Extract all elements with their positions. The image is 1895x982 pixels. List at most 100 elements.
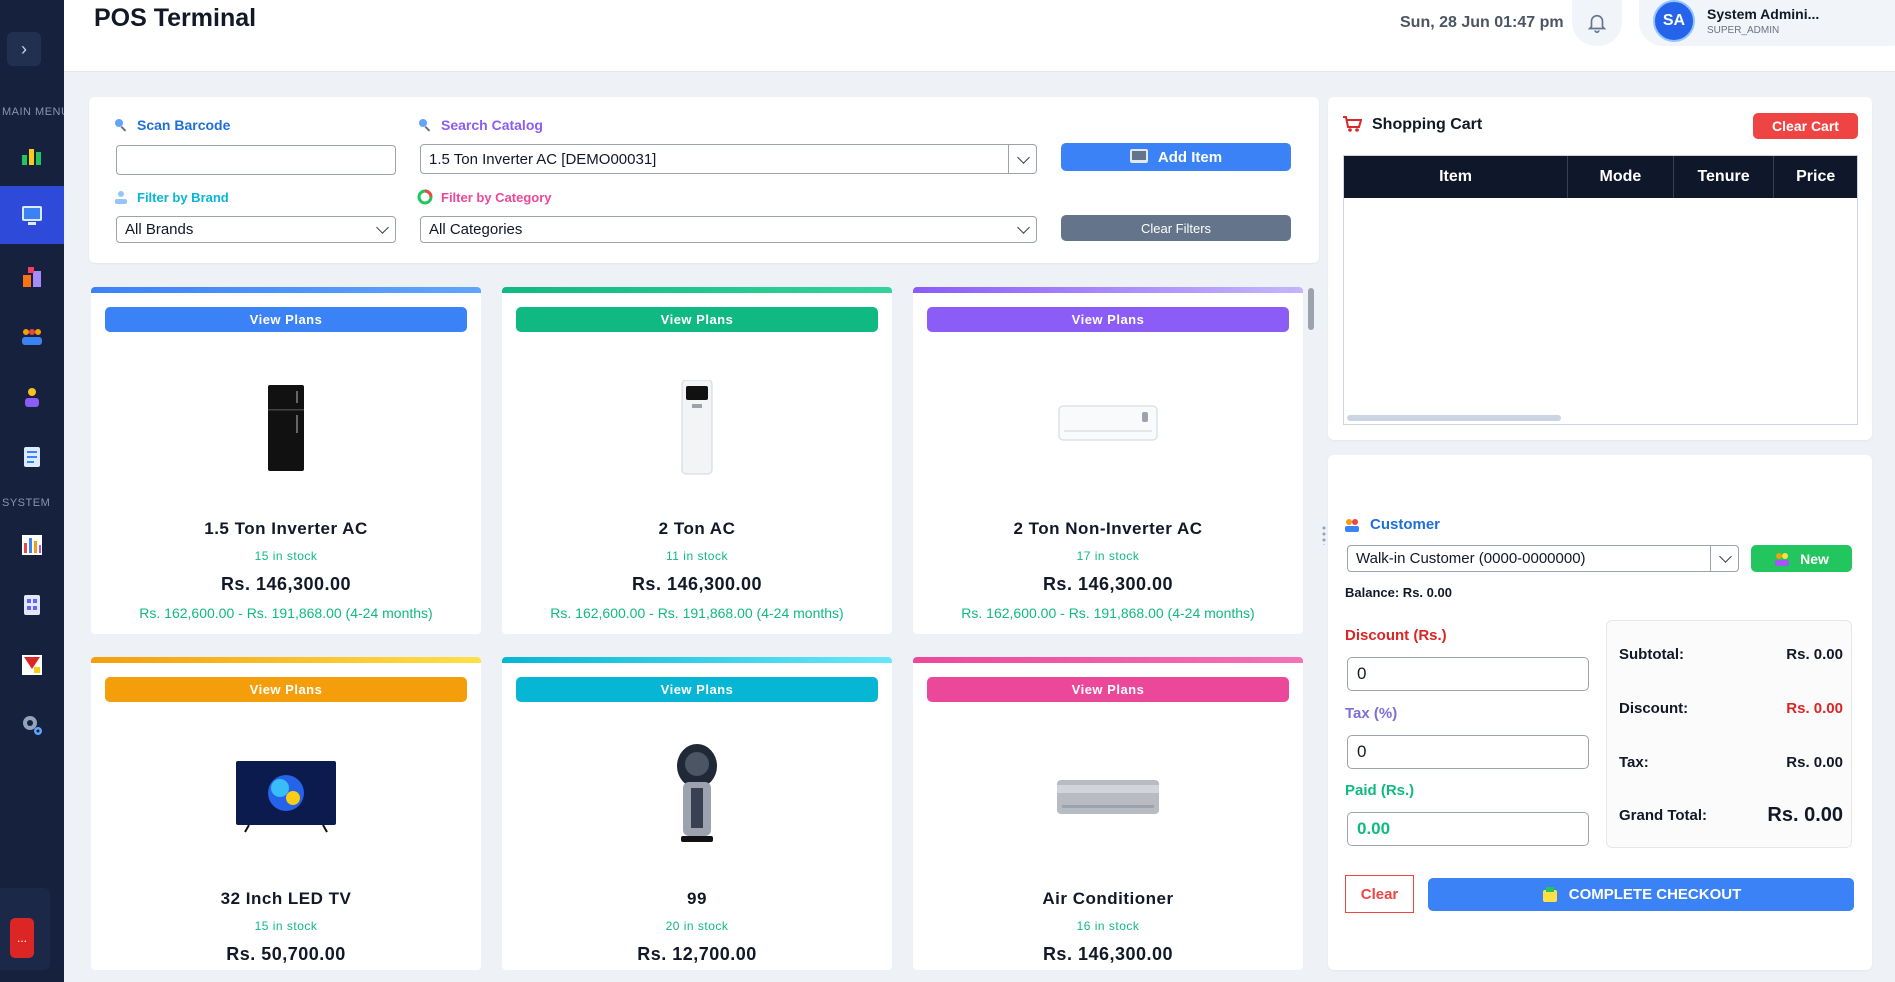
cart-horizontal-scrollbar[interactable] bbox=[1347, 415, 1561, 421]
page-title: POS Terminal bbox=[94, 4, 257, 32]
column-header[interactable]: Tenure bbox=[1674, 156, 1775, 198]
card-accent bbox=[502, 657, 892, 663]
air-cooler-image bbox=[677, 744, 717, 842]
sidebar-item-pos[interactable] bbox=[0, 186, 64, 244]
view-plans-button[interactable]: View Plans bbox=[516, 307, 878, 332]
column-header[interactable]: Mode bbox=[1568, 156, 1674, 198]
discount-input[interactable]: 0 bbox=[1347, 657, 1589, 691]
filter-category-label: Filter by Category bbox=[417, 189, 552, 205]
paid-input[interactable]: 0.00 bbox=[1347, 812, 1589, 846]
product-card[interactable]: View Plans Air Conditioner 16 in stock R… bbox=[913, 657, 1303, 970]
logout-button[interactable]: ... bbox=[10, 918, 34, 958]
clear-filters-button[interactable]: Clear Filters bbox=[1061, 215, 1291, 241]
inventory-icon bbox=[23, 267, 41, 287]
product-name: 2 Ton AC bbox=[658, 519, 736, 538]
filters-panel: Scan Barcode Search Catalog 1.5 Ton Inve… bbox=[89, 97, 1319, 263]
staff-icon bbox=[25, 388, 39, 407]
category-filter-icon bbox=[417, 189, 433, 205]
view-plans-button[interactable]: View Plans bbox=[105, 307, 467, 332]
tax-input[interactable]: 0 bbox=[1347, 735, 1589, 769]
view-plans-button[interactable]: View Plans bbox=[516, 677, 878, 702]
column-header[interactable]: Item bbox=[1344, 156, 1569, 198]
product-card[interactable]: View Plans 2 Ton Non-Inverter AC 17 in s… bbox=[913, 287, 1303, 634]
sidebar-item-reports[interactable] bbox=[0, 516, 64, 574]
card-accent bbox=[913, 287, 1303, 293]
sidebar: › MAIN MENU SYSTEM ... bbox=[0, 0, 64, 982]
sidebar-item-staff[interactable] bbox=[0, 368, 64, 426]
clear-cart-button[interactable]: Clear Cart bbox=[1753, 113, 1858, 139]
split-ac-silver-image bbox=[1057, 780, 1159, 814]
bar-chart-icon bbox=[22, 535, 42, 555]
users-icon bbox=[22, 329, 42, 345]
cart-table-header: Item Mode Tenure Price bbox=[1344, 156, 1857, 198]
add-item-button[interactable]: Add Item bbox=[1061, 143, 1291, 171]
cart-table: Item Mode Tenure Price bbox=[1343, 155, 1858, 425]
product-name: 2 Ton Non-Inverter AC bbox=[1013, 519, 1203, 538]
view-plans-button[interactable]: View Plans bbox=[105, 677, 467, 702]
sidebar-item-customers[interactable] bbox=[0, 308, 64, 366]
refrigerator-image bbox=[268, 385, 304, 471]
product-stock: 15 in stock bbox=[254, 919, 318, 933]
user-menu[interactable]: SA System Admini... SUPER_ADMIN bbox=[1639, 0, 1895, 46]
add-item-label: Add Item bbox=[1157, 148, 1223, 166]
column-header[interactable]: Price bbox=[1774, 156, 1857, 198]
product-name: 99 bbox=[687, 889, 707, 908]
product-name: 1.5 Ton Inverter AC bbox=[204, 519, 368, 538]
user-role: SUPER_ADMIN bbox=[1707, 25, 1780, 36]
filter-category-label-text: Filter by Category bbox=[441, 189, 552, 205]
catalog-search-select[interactable]: 1.5 Ton Inverter AC [DEMO00031] bbox=[420, 144, 1037, 174]
card-accent bbox=[502, 287, 892, 293]
sidebar-item-orders[interactable] bbox=[0, 428, 64, 486]
bell-icon bbox=[1587, 14, 1607, 33]
new-customer-label: New bbox=[1800, 550, 1829, 567]
dashboard-icon bbox=[22, 149, 41, 165]
sidebar-item-ledger[interactable] bbox=[0, 576, 64, 634]
category-select-value: All Categories bbox=[429, 221, 523, 238]
analytics-icon bbox=[22, 655, 42, 675]
product-price: Rs. 146,300.00 bbox=[631, 574, 763, 594]
customer-dropdown-toggle[interactable] bbox=[1710, 546, 1738, 571]
category-select[interactable]: All Categories bbox=[420, 216, 1037, 243]
barcode-input[interactable] bbox=[116, 145, 396, 175]
product-card[interactable]: View Plans 99 20 in stock Rs. 12,700.00 bbox=[502, 657, 892, 970]
view-plans-button[interactable]: View Plans bbox=[927, 307, 1289, 332]
card-accent bbox=[91, 287, 481, 293]
tax-row: Tax: Rs. 0.00 bbox=[1619, 754, 1843, 771]
customer-select[interactable]: Walk-in Customer (0000-0000000) bbox=[1347, 545, 1739, 572]
product-card[interactable]: View Plans 32 Inch LED TV 15 in stock Rs… bbox=[91, 657, 481, 970]
sidebar-item-analytics[interactable] bbox=[0, 636, 64, 694]
scan-barcode-label: Scan Barcode bbox=[113, 117, 230, 133]
product-grid-scrollbar[interactable] bbox=[1308, 288, 1314, 330]
sidebar-item-inventory[interactable] bbox=[0, 248, 64, 306]
pos-terminal-icon bbox=[22, 206, 42, 225]
sidebar-toggle-button[interactable]: › bbox=[7, 32, 41, 66]
shopping-cart-panel: Shopping Cart Clear Cart Item Mode Tenur… bbox=[1328, 97, 1872, 440]
complete-checkout-button[interactable]: COMPLETE CHECKOUT bbox=[1428, 878, 1854, 911]
catalog-dropdown-toggle[interactable] bbox=[1008, 145, 1036, 173]
chevron-down-icon bbox=[1017, 221, 1030, 234]
search-catalog-label-text: Search Catalog bbox=[441, 117, 543, 133]
customer-label-text: Customer bbox=[1370, 516, 1441, 533]
brand-select[interactable]: All Brands bbox=[116, 216, 396, 243]
floor-ac-image bbox=[681, 380, 713, 475]
product-name: Air Conditioner bbox=[1042, 889, 1174, 908]
magnifier-icon bbox=[419, 119, 431, 132]
view-plans-button[interactable]: View Plans bbox=[927, 677, 1289, 702]
sidebar-item-settings[interactable] bbox=[0, 696, 64, 754]
add-item-icon bbox=[1129, 149, 1148, 163]
clear-checkout-button[interactable]: Clear bbox=[1345, 875, 1414, 913]
chevron-down-icon bbox=[376, 221, 389, 234]
sidebar-item-dashboard[interactable] bbox=[0, 126, 64, 184]
product-card[interactable]: View Plans 2 Ton AC 11 in stock Rs. 146,… bbox=[502, 287, 892, 634]
notifications-button[interactable] bbox=[1572, 0, 1622, 46]
product-card[interactable]: View Plans 1.5 Ton Inverter AC 15 in sto… bbox=[91, 287, 481, 634]
sidebar-section-main: MAIN MENU bbox=[2, 106, 64, 118]
new-customer-button[interactable]: New bbox=[1751, 545, 1852, 572]
product-stock: 16 in stock bbox=[1076, 919, 1140, 933]
card-accent bbox=[91, 657, 481, 663]
magnifier-icon bbox=[115, 119, 127, 132]
tv-image bbox=[236, 761, 336, 833]
card-accent bbox=[913, 657, 1303, 663]
brand-select-value: All Brands bbox=[125, 221, 194, 238]
panel-resize-handle[interactable] bbox=[1322, 525, 1326, 545]
